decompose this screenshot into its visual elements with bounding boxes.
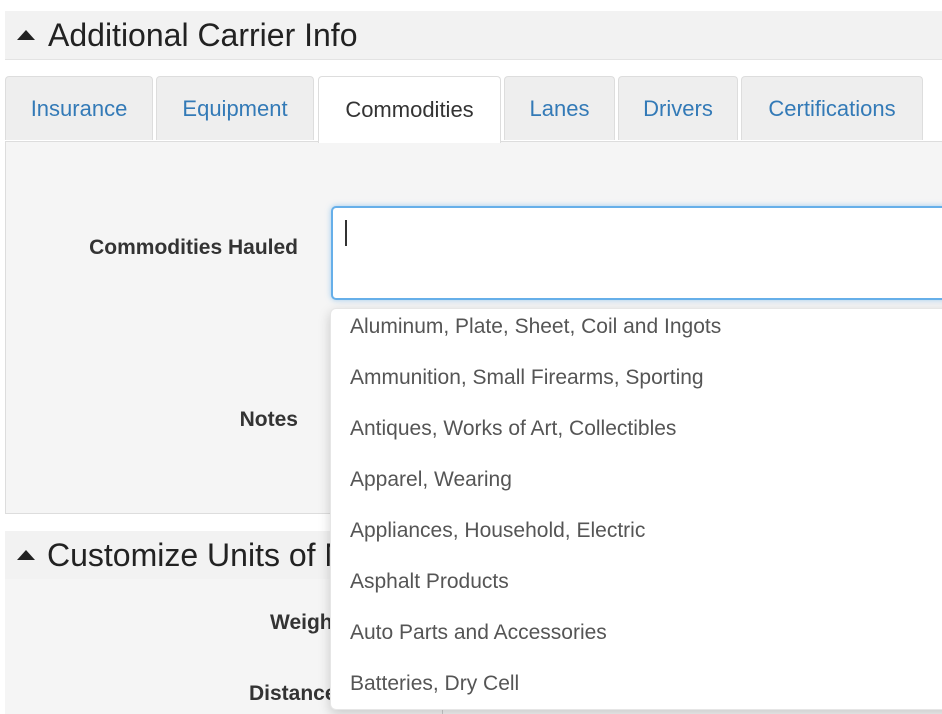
section-title: Additional Carrier Info — [48, 16, 358, 53]
dropdown-option[interactable]: Auto Parts and Accessories — [331, 607, 942, 658]
dropdown-option[interactable]: Apparel, Wearing — [331, 454, 942, 505]
tab-lanes[interactable]: Lanes — [504, 76, 615, 140]
tab-insurance[interactable]: Insurance — [5, 76, 153, 140]
distance-label: Distance — [249, 682, 337, 705]
dropdown-option[interactable]: Asphalt Products — [331, 556, 942, 607]
dropdown-option[interactable]: Ammunition, Small Firearms, Sporting — [331, 352, 942, 403]
dropdown-option[interactable]: Aluminum, Plate, Sheet, Coil and Ingots — [331, 309, 942, 352]
commodities-options-list: Aluminum, Plate, Sheet, Coil and Ingots … — [331, 309, 942, 709]
tab-commodities[interactable]: Commodities — [318, 76, 501, 143]
caret-up-icon[interactable] — [17, 550, 35, 560]
carrier-info-tabs: Insurance Equipment Commodities Lanes Dr… — [5, 76, 942, 143]
dropdown-option[interactable]: Batteries, Dry Cell — [331, 658, 942, 709]
tab-equipment[interactable]: Equipment — [156, 76, 314, 140]
tab-drivers[interactable]: Drivers — [618, 76, 738, 140]
notes-label: Notes — [239, 408, 298, 431]
commodities-hauled-input[interactable] — [331, 206, 942, 300]
additional-carrier-info-header[interactable]: Additional Carrier Info — [5, 11, 942, 60]
dropdown-option[interactable]: Appliances, Household, Electric — [331, 505, 942, 556]
commodities-dropdown[interactable]: Aluminum, Plate, Sheet, Coil and Ingots … — [330, 308, 942, 710]
caret-up-icon[interactable] — [17, 30, 35, 40]
tab-certifications[interactable]: Certifications — [741, 76, 923, 140]
commodities-hauled-label: Commodities Hauled — [89, 236, 298, 259]
dropdown-option[interactable]: Antiques, Works of Art, Collectibles — [331, 403, 942, 454]
text-cursor — [345, 220, 347, 246]
